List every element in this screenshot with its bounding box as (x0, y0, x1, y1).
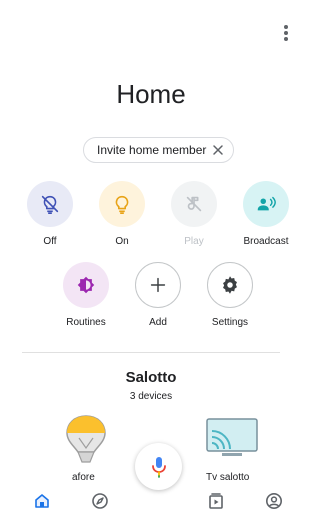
action-on-label: On (115, 236, 129, 247)
assistant-mic-button[interactable] (135, 443, 182, 490)
lightbulb-icon (115, 195, 129, 214)
invite-home-member-chip[interactable]: Invite home member (83, 137, 234, 163)
room-device-count: 3 devices (129, 391, 173, 402)
action-play-label: Play (184, 236, 204, 247)
routines-icon (77, 276, 95, 294)
room-title: Salotto (125, 369, 177, 386)
action-routines-label: Routines (66, 317, 106, 328)
compass-icon (92, 493, 108, 509)
action-settings-circle (207, 262, 253, 308)
action-routines-circle (63, 262, 109, 308)
section-divider (22, 352, 280, 353)
action-settings[interactable]: Settings (197, 262, 263, 328)
home-icon (35, 494, 49, 508)
music-off-icon (186, 196, 202, 212)
broadcast-icon (257, 196, 276, 211)
nav-media-tab[interactable] (206, 491, 226, 511)
more-vert-icon (284, 25, 288, 29)
microphone-icon (151, 456, 166, 478)
action-play[interactable]: Play (161, 181, 227, 247)
action-off-circle (27, 181, 73, 227)
device-card-afore[interactable]: afore (58, 414, 118, 483)
action-broadcast-circle (243, 181, 289, 227)
invite-chip-label: Invite home member (97, 143, 207, 157)
action-on-circle (99, 181, 145, 227)
account-icon (266, 493, 282, 509)
action-broadcast[interactable]: Broadcast (233, 181, 299, 247)
nav-discover-tab[interactable] (90, 491, 110, 511)
action-off-label: Off (43, 236, 57, 247)
action-broadcast-label: Broadcast (243, 236, 289, 247)
page-title: Home (116, 79, 186, 109)
action-off[interactable]: Off (17, 181, 83, 247)
more-options-button[interactable] (280, 22, 292, 44)
nav-home-tab[interactable] (32, 491, 52, 511)
media-icon (209, 493, 223, 509)
plus-icon (150, 277, 166, 293)
action-on[interactable]: On (89, 181, 155, 247)
lightbulb-off-icon (41, 195, 59, 214)
gear-icon (223, 276, 237, 294)
action-add[interactable]: Add (125, 262, 191, 328)
close-icon[interactable] (212, 144, 224, 156)
action-play-circle (171, 181, 217, 227)
nav-account-tab[interactable] (264, 491, 284, 511)
cast-tv-icon (206, 418, 258, 456)
device-card-tv-salotto[interactable]: Tv salotto (200, 418, 264, 483)
action-routines[interactable]: Routines (53, 262, 119, 328)
action-add-circle (135, 262, 181, 308)
smart-bulb-icon (66, 415, 106, 463)
action-settings-label: Settings (211, 317, 249, 328)
action-add-label: Add (149, 317, 167, 328)
